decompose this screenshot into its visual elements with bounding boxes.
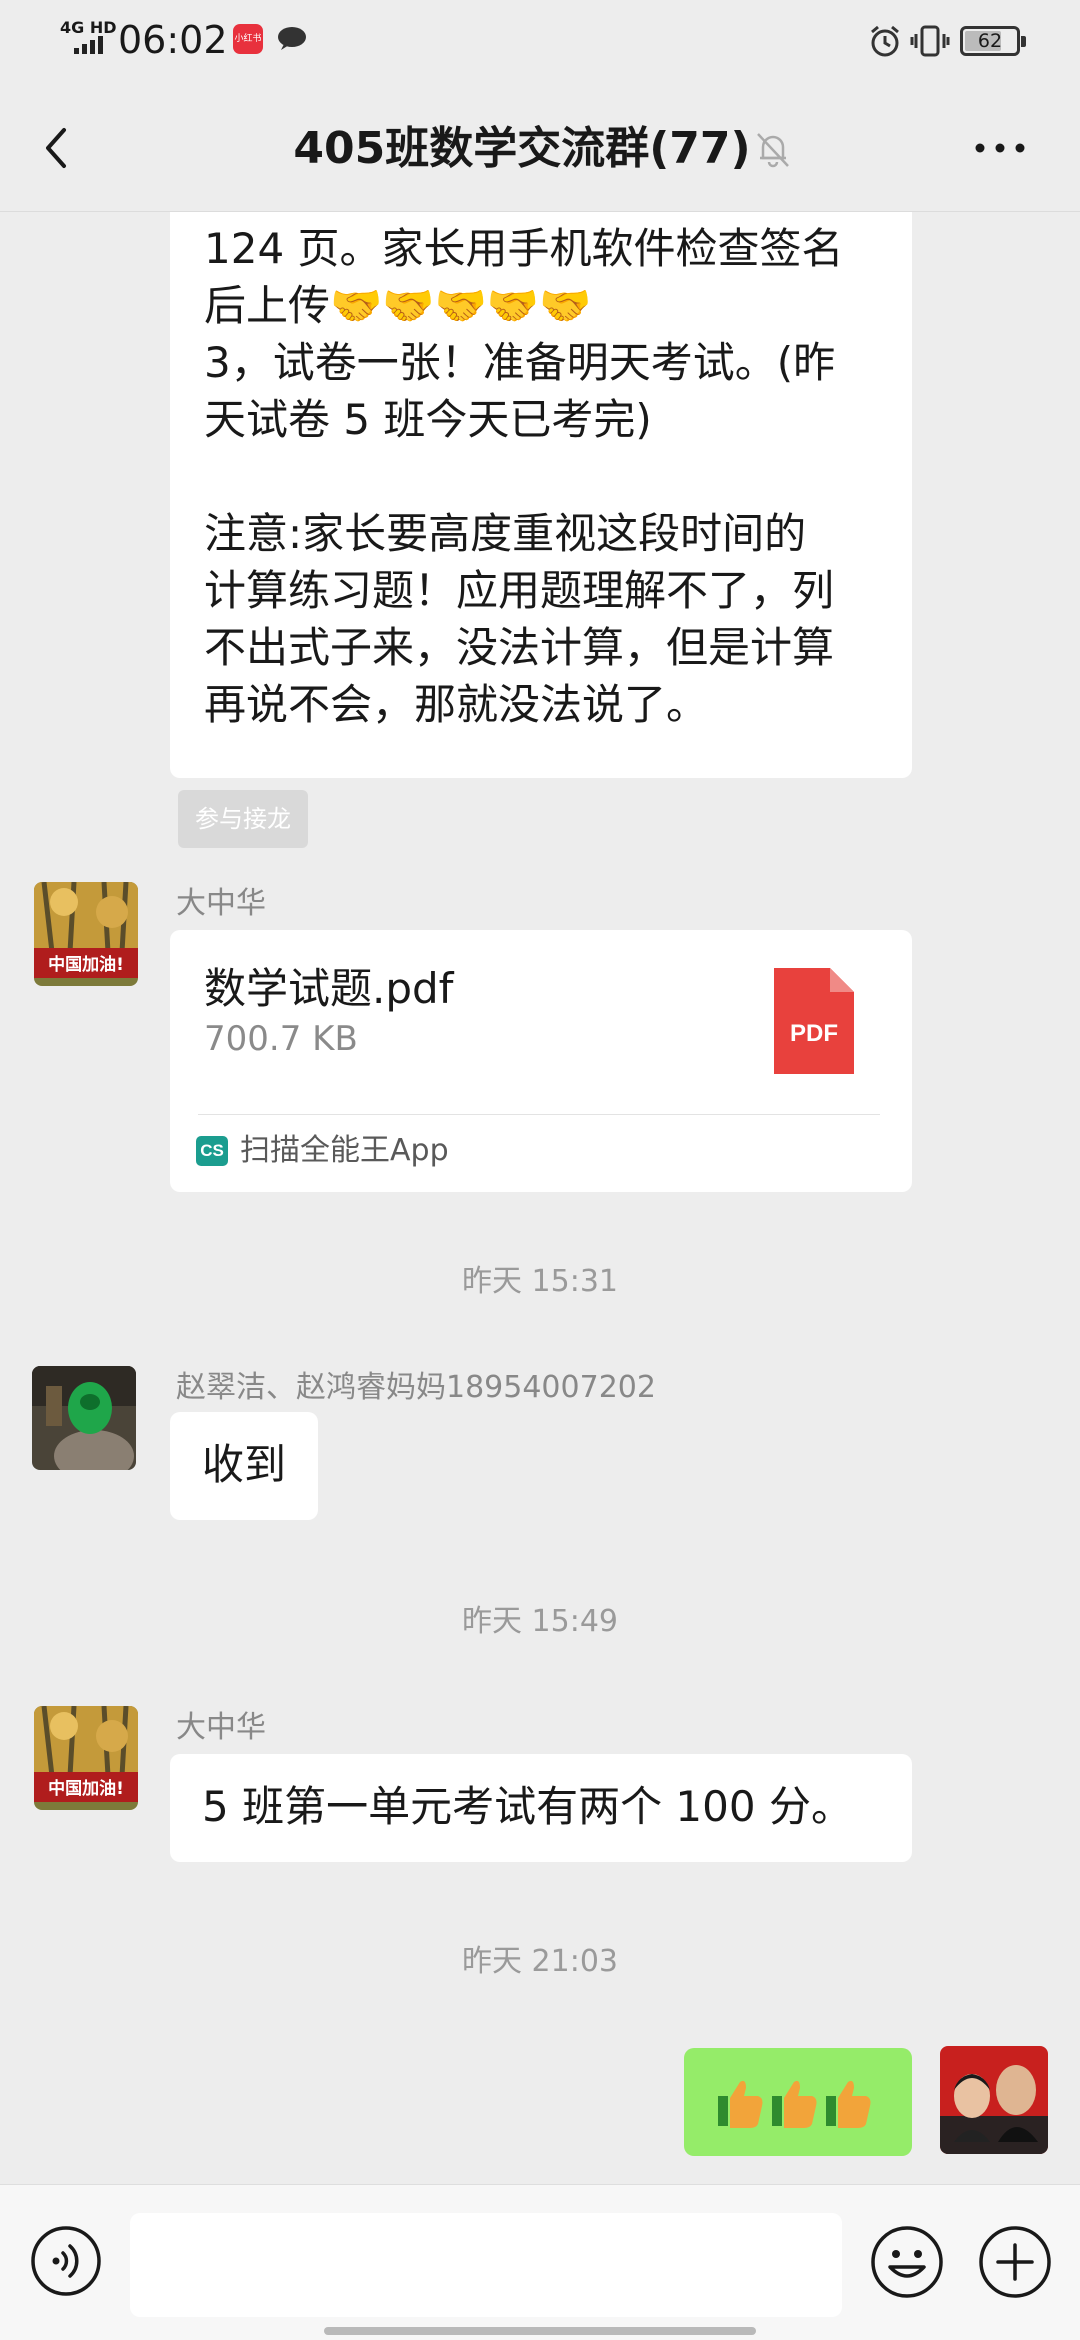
message-bubble-text[interactable]: 5 班第一单元考试有两个 100 分。 xyxy=(170,1754,912,1862)
vibrate-icon xyxy=(910,25,950,57)
pdf-icon-label: PDF xyxy=(790,1020,838,1047)
avatar[interactable]: 中国加油! xyxy=(34,882,138,986)
timestamp: 昨天 15:49 xyxy=(462,1604,618,1639)
battery-level: 62 xyxy=(977,30,1003,52)
sender-name: 赵翠洁、赵鸿睿妈妈18954007202 xyxy=(176,1370,656,1405)
plus-icon[interactable] xyxy=(978,2225,1052,2299)
sender-name: 大中华 xyxy=(176,886,266,921)
timestamp: 昨天 15:31 xyxy=(462,1264,618,1299)
voice-icon[interactable] xyxy=(30,2225,102,2297)
message-list[interactable]: 124 页。家长用手机软件检查签名 后上传🤝🤝🤝🤝🤝 3，试卷一张！准备明天考试… xyxy=(0,212,1080,2184)
avatar[interactable]: 中国加油! xyxy=(34,1706,138,1810)
emoji-icon[interactable] xyxy=(870,2225,944,2299)
message-bubble-text[interactable]: 124 页。家长用手机软件检查签名 后上传🤝🤝🤝🤝🤝 3，试卷一张！准备明天考试… xyxy=(170,212,912,778)
message-input[interactable] xyxy=(130,2213,842,2317)
page-title: 405班数学交流群(77) xyxy=(293,123,751,174)
alarm-icon xyxy=(871,25,899,57)
message-notification-icon xyxy=(278,27,306,50)
message-bubble-text[interactable]: 收到 xyxy=(170,1412,319,1520)
page-title-wrap: 405班数学交流群(77) xyxy=(0,120,1080,178)
file-name: 数学试题.pdf xyxy=(204,964,454,1013)
home-indicator[interactable] xyxy=(324,2327,756,2335)
divider xyxy=(198,1114,880,1115)
app-notification-icon: 小红书 xyxy=(233,24,263,54)
network-label: 4G HD xyxy=(60,18,117,37)
file-source-app: 扫描全能王App xyxy=(240,1133,449,1168)
status-time: 06:02 xyxy=(118,18,228,62)
my-message-bubble[interactable] xyxy=(684,2048,912,2156)
avatar[interactable] xyxy=(32,1366,136,1470)
timestamp: 昨天 21:03 xyxy=(462,1944,618,1979)
status-bar: 4G HD 06:02 小红书 62 xyxy=(0,0,1080,84)
file-message-card[interactable]: 数学试题.pdf 700.7 KB PDF CS 扫描全能王App xyxy=(170,930,912,1192)
more-dots-icon[interactable] xyxy=(970,124,1030,172)
file-size: 700.7 KB xyxy=(204,1019,358,1059)
chat-header: 405班数学交流群(77) xyxy=(0,84,1080,212)
battery-icon: 62 xyxy=(960,26,1026,56)
camscanner-icon: CS xyxy=(196,1136,228,1166)
sender-name: 大中华 xyxy=(176,1710,266,1745)
avatar-caption: 中国加油! xyxy=(48,954,124,975)
my-avatar[interactable] xyxy=(940,2046,1048,2154)
thumbs-up-icon xyxy=(718,2080,871,2128)
avatar-caption: 中国加油! xyxy=(48,1778,124,1799)
bell-off-icon xyxy=(757,133,789,168)
signal-icon xyxy=(74,36,108,54)
join-relay-button[interactable]: 参与接龙 xyxy=(178,790,308,848)
input-bar xyxy=(0,2184,1080,2340)
